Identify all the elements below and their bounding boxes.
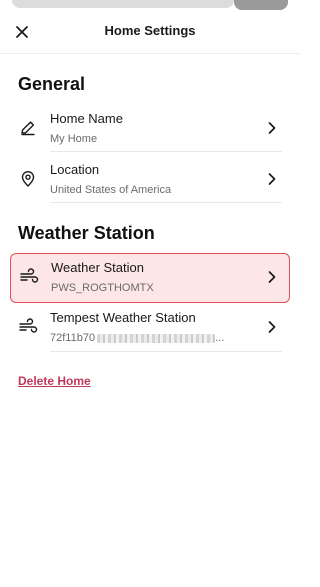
location-row[interactable]: Location United States of America [18, 156, 282, 206]
page-title: Home Settings [104, 23, 196, 38]
chevron-right-icon [264, 268, 280, 286]
redacted-text [97, 333, 216, 343]
tempest-station-row[interactable]: Tempest Weather Station 72f11b70... [18, 304, 282, 354]
divider [50, 151, 282, 152]
divider [50, 351, 282, 352]
wind-icon [19, 267, 39, 287]
chevron-right-icon [264, 119, 280, 137]
chevron-right-icon [264, 170, 280, 188]
home-name-label: Home Name [50, 111, 123, 126]
pencil-icon [18, 118, 38, 138]
tempest-station-id-prefix: 72f11b70 [50, 332, 96, 344]
background-sheet [12, 0, 234, 8]
settings-sheet: Home Settings General Home Name My Home … [0, 10, 300, 587]
divider [50, 202, 282, 203]
tempest-station-label: Tempest Weather Station [50, 310, 196, 325]
section-title-general: General [18, 74, 86, 94]
tempest-station-value: 72f11b70... [50, 332, 224, 344]
chevron-right-icon [264, 318, 280, 336]
weather-station-row[interactable]: Weather Station PWS_ROGTHOMTX [10, 253, 290, 303]
location-value: United States of America [50, 184, 172, 196]
ellipsis: ... [215, 332, 225, 344]
home-name-value: My Home [50, 133, 98, 145]
background-sheet-edge [234, 0, 288, 10]
delete-home-link[interactable]: Delete Home [18, 374, 91, 388]
header: Home Settings [0, 10, 300, 54]
wind-icon [18, 317, 38, 337]
section-title-weather-station: Weather Station [18, 223, 155, 243]
weather-station-value: PWS_ROGTHOMTX [51, 282, 154, 294]
location-pin-icon [18, 169, 38, 189]
home-name-row[interactable]: Home Name My Home [18, 105, 282, 155]
weather-station-label: Weather Station [51, 260, 144, 275]
location-label: Location [50, 162, 100, 177]
